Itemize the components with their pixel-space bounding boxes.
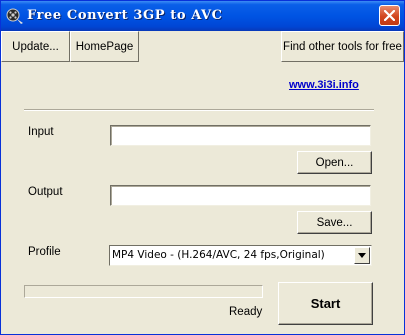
separator [24,109,374,111]
film-reel-icon [6,8,23,24]
title-bar[interactable]: Free Convert 3GP to AVC [1,1,404,31]
input-field[interactable] [110,125,371,146]
output-field[interactable] [110,185,371,206]
other-tools-button[interactable]: Find other tools for free [281,31,404,62]
progress-bar [24,285,263,298]
update-button[interactable]: Update... [1,31,70,62]
open-button[interactable]: Open... [297,151,372,174]
homepage-button[interactable]: HomePage [70,31,139,62]
start-button[interactable]: Start [278,282,373,325]
status-text: Ready [229,306,263,318]
profile-selected-value: MP4 Video - (H.264/AVC, 24 fps,Original) [112,249,325,261]
app-window: Free Convert 3GP to AVC Update... HomePa… [0,0,405,335]
save-button[interactable]: Save... [297,211,372,234]
input-label: Input [28,126,54,138]
chevron-down-icon [358,253,366,258]
output-label: Output [28,186,63,198]
profile-select[interactable]: MP4 Video - (H.264/AVC, 24 fps,Original) [109,245,372,266]
close-icon [384,10,395,21]
dropdown-arrow-button[interactable] [354,247,370,264]
profile-label: Profile [28,246,61,258]
window-title: Free Convert 3GP to AVC [27,8,223,23]
close-button[interactable] [379,5,400,26]
website-link[interactable]: www.3i3i.info [289,79,359,91]
